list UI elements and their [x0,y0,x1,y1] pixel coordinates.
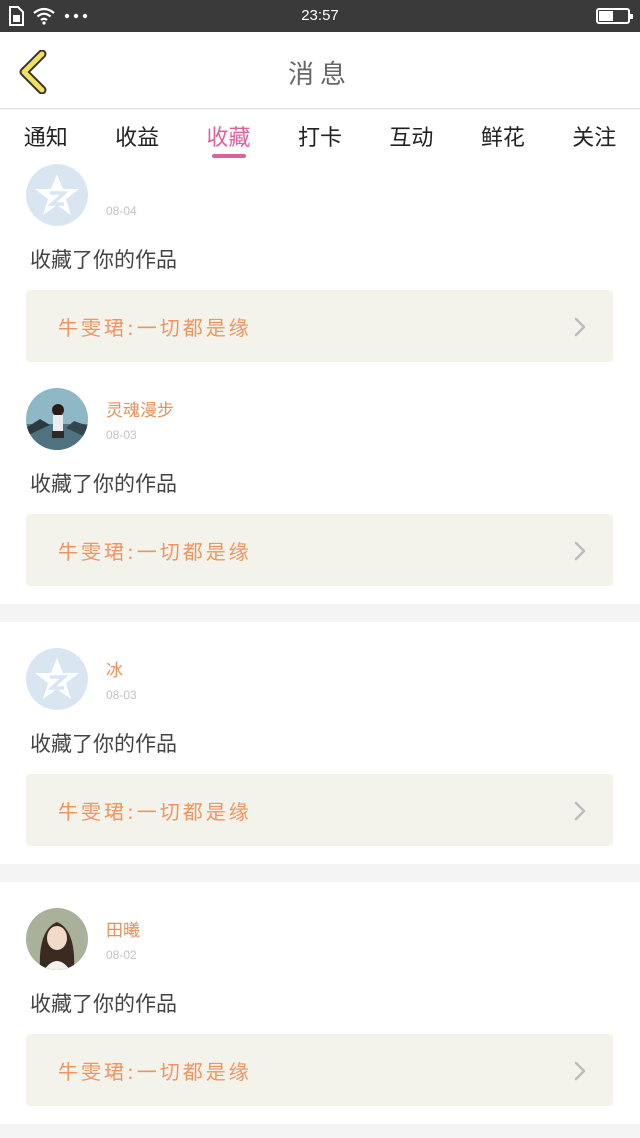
tab-label: 收益 [115,126,160,151]
work-link[interactable]: 牛雯珺:一切都是缘 [26,774,613,846]
message-text: 收藏了你的作品 [30,992,177,1016]
tab-interaction[interactable]: 互动 [366,110,457,158]
tab-label: 互动 [389,126,434,151]
tab-favorites[interactable]: 收藏 [183,110,274,158]
message-text: 收藏了你的作品 [30,472,177,496]
tab-checkin[interactable]: 打卡 [274,110,365,158]
tab-label: 鲜花 [480,126,525,151]
user-name[interactable]: 田曦 [106,916,140,941]
message-list: 08-04 收藏了你的作品 牛雯珺:一切都是缘 灵魂漫步 08-03 收藏了你的作品 牛雯珺… [0,158,640,1138]
tab-label: 打卡 [297,126,342,151]
message-card: 田曦 08-02 收藏了你的作品牛雯珺:一切都是缘 [0,882,640,1124]
avatar[interactable] [26,908,88,970]
work-title: 牛雯珺:一切都是缘 [58,800,252,824]
work-link[interactable]: 牛雯珺:一切都是缘 [26,290,613,362]
page-title: 消息 [287,60,352,90]
work-link[interactable]: 牛雯珺:一切都是缘 [26,1034,613,1106]
status-bar: 23:57 [0,0,640,32]
work-title: 牛雯珺:一切都是缘 [58,1060,252,1084]
user-name[interactable]: 灵魂漫步 [106,396,174,421]
message-date: 08-03 [106,688,137,702]
message-card: 灵魂漫步 08-03 收藏了你的作品牛雯珺:一切都是缘 [0,362,640,604]
message-date: 08-02 [106,948,137,962]
tab-label: 收藏 [206,126,251,151]
chevron-right-icon [574,541,586,561]
tab-label: 通知 [23,126,68,151]
message-text: 收藏了你的作品 [30,732,177,756]
avatar[interactable] [26,388,88,450]
message-text: 收藏了你的作品 [30,248,177,272]
chevron-right-icon [574,317,586,337]
tab-notice[interactable]: 通知 [0,110,91,158]
message-card: 冰 08-03 收藏了你的作品牛雯珺:一切都是缘 [0,622,640,864]
user-name[interactable]: 冰 [106,656,123,681]
chevron-right-icon [574,801,586,821]
tab-bar: 通知 收益 收藏 打卡 互动 鲜花 关注 [0,110,640,158]
message-card: 08-04 收藏了你的作品牛雯珺:一切都是缘 [0,158,640,380]
tab-earnings[interactable]: 收益 [91,110,182,158]
avatar[interactable] [26,648,88,710]
header: 消息 [0,32,640,109]
tab-flowers[interactable]: 鲜花 [457,110,548,158]
work-link[interactable]: 牛雯珺:一切都是缘 [26,514,613,586]
work-title: 牛雯珺:一切都是缘 [58,316,252,340]
message-date: 08-04 [106,204,137,218]
clock: 23:57 [301,7,339,24]
battery-icon [596,8,633,24]
tab-label: 关注 [572,126,617,151]
message-date: 08-03 [106,428,137,442]
battery-level [599,11,613,21]
work-title: 牛雯珺:一切都是缘 [58,540,252,564]
avatar[interactable] [26,164,88,226]
tab-follow[interactable]: 关注 [549,110,640,158]
chevron-right-icon [574,1061,586,1081]
